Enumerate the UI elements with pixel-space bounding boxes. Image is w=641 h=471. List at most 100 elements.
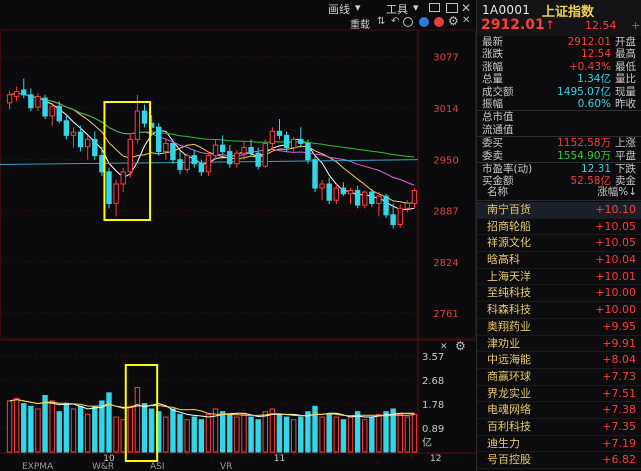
index-price: 2912.01 xyxy=(481,17,545,33)
ranking-row[interactable]: 百利科技 +7.35 xyxy=(477,419,641,436)
candle-body xyxy=(163,142,169,153)
candle-body xyxy=(298,138,304,144)
ranking-col-pct[interactable]: 涨幅%↓ xyxy=(597,184,637,201)
ranking-row[interactable]: 招商轮船 +10.05 xyxy=(477,219,641,236)
quote-label-secondary: 最低 xyxy=(615,60,636,73)
stock-name: 中远海能 xyxy=(487,353,531,367)
volume-bar xyxy=(354,411,361,453)
ranking-row[interactable]: 界龙实业 +7.51 xyxy=(477,386,641,403)
stock-change-pct: +7.35 xyxy=(602,419,636,433)
candle-body xyxy=(77,131,84,148)
volume-bar xyxy=(35,408,41,453)
stock-change-pct: +9.95 xyxy=(602,319,636,333)
ranking-row[interactable]: 津劝业 +9.91 xyxy=(477,336,641,353)
candle-body xyxy=(198,163,205,173)
quote-value: 1554.90万 xyxy=(557,149,611,162)
volume-bar xyxy=(198,419,205,453)
quote-label-secondary: 上涨 xyxy=(615,137,636,150)
ranking-row[interactable]: 科森科技 +10.00 xyxy=(477,302,641,319)
ma60-line xyxy=(9,92,415,158)
candle-body xyxy=(21,89,27,96)
volume-bar xyxy=(241,413,247,453)
volume-settings-icon[interactable]: ⚙ xyxy=(455,339,466,353)
candle-body xyxy=(28,94,34,109)
candle-body xyxy=(42,97,48,117)
stock-change-pct: +8.04 xyxy=(602,353,636,367)
ranking-row[interactable]: 号百控股 +6.82 xyxy=(477,452,641,469)
tab-vr[interactable]: VR xyxy=(220,462,232,471)
index-code: 1A0001 xyxy=(482,3,531,17)
quote-label: 成交额 xyxy=(482,85,514,98)
volume-bar xyxy=(227,413,233,453)
candle-body xyxy=(6,94,13,104)
candle-body xyxy=(63,120,70,136)
volume-bar xyxy=(205,413,212,453)
volume-bar xyxy=(99,400,105,453)
ma5-line xyxy=(9,92,415,210)
candle-body xyxy=(141,110,148,124)
volume-bar xyxy=(42,395,48,453)
stock-change-pct: +10.05 xyxy=(595,219,636,233)
quote-label-secondary: 平盘 xyxy=(615,149,636,162)
volume-bar xyxy=(276,413,283,453)
tab-wr[interactable]: W&R xyxy=(92,462,114,471)
candle-body xyxy=(404,202,411,209)
ranking-row[interactable]: 晗高科 +10.04 xyxy=(477,252,641,269)
tab-expma[interactable]: EXPMA xyxy=(22,462,53,471)
volume-close-icon[interactable]: ✕ xyxy=(440,342,448,352)
quote-label: 市盈率(动) xyxy=(482,162,533,175)
candle-body xyxy=(13,91,20,97)
ranking-row[interactable]: 中远海能 +8.04 xyxy=(477,352,641,369)
volume-bar xyxy=(177,413,183,453)
quote-label: 总量 xyxy=(482,73,503,86)
quote-row: 最新 2912.01 开盘 xyxy=(477,36,641,48)
candle-body xyxy=(234,152,240,165)
volume-bar xyxy=(163,416,169,453)
price-tick-label: 2824 xyxy=(433,258,458,269)
stock-change-pct: +7.19 xyxy=(602,436,636,450)
volume-tick-label: 3.57 xyxy=(422,352,444,363)
candle-body xyxy=(305,142,311,161)
stock-change-pct: +9.91 xyxy=(602,336,636,350)
volume-bar xyxy=(411,413,418,453)
quote-value: 1.34亿 xyxy=(577,73,611,86)
ranking-row[interactable]: 奥翔药业 +9.95 xyxy=(477,319,641,336)
ranking-header: 名称 涨幅%↓ xyxy=(477,184,641,201)
quote-row: 市盈率(动) 12.31 下跌 xyxy=(477,163,641,175)
ranking-row[interactable]: 南宁百货 +10.10 xyxy=(477,202,641,219)
quote-row: 总市值 xyxy=(477,111,641,123)
quote-row: 流通值 xyxy=(477,124,641,136)
volume-bar xyxy=(333,416,340,453)
volume-bar xyxy=(319,416,325,453)
volume-bar xyxy=(347,416,354,453)
stock-name: 上海天洋 xyxy=(487,269,531,283)
volume-bar xyxy=(49,400,55,453)
volume-bar xyxy=(170,408,176,453)
up-arrow-icon: ↑ xyxy=(545,18,556,32)
stock-change-pct: +10.04 xyxy=(595,253,636,267)
quote-label: 委买 xyxy=(482,137,503,150)
quote-value: 1152.58万 xyxy=(557,137,611,150)
stock-name: 南宁百货 xyxy=(487,203,531,216)
ranking-row[interactable]: 电魂网络 +7.38 xyxy=(477,402,641,419)
volume-bar xyxy=(305,411,311,453)
ranking-row[interactable]: 迪生力 +7.19 xyxy=(477,436,641,453)
price-grid xyxy=(0,29,476,454)
candle-body xyxy=(383,195,389,216)
candle-body xyxy=(184,155,190,170)
kline-chart-area[interactable]: 画线 ▾ 工具 ▾ ✕ 重载 ⇅ ↶ ⚙ ✕ 3077 3014 2950 2887 2… xyxy=(0,0,476,471)
ranking-row[interactable]: 上海天洋 +10.01 xyxy=(477,269,641,286)
volume-bar xyxy=(269,408,276,453)
quote-header: 1A0001 上证指数 2912.01 ↑ 12.54 +0 xyxy=(477,0,641,36)
stock-name: 奥翔药业 xyxy=(487,319,531,333)
ranking-row[interactable]: 商赢环球 +7.73 xyxy=(477,369,641,386)
ranking-row[interactable]: 至纯科技 +10.00 xyxy=(477,285,641,303)
volume-bar xyxy=(70,408,77,453)
ranking-col-name[interactable]: 名称 xyxy=(487,184,508,201)
volume-pane: 3.57 2.68 1.78 0.89亿 xyxy=(0,352,444,453)
candle-body xyxy=(56,105,62,122)
volume-bar xyxy=(113,416,119,453)
ranking-row[interactable]: 祥源文化 +10.05 xyxy=(477,235,641,253)
volume-tick-label: 1.78 xyxy=(422,400,444,411)
tab-asi[interactable]: ASI xyxy=(150,462,165,471)
